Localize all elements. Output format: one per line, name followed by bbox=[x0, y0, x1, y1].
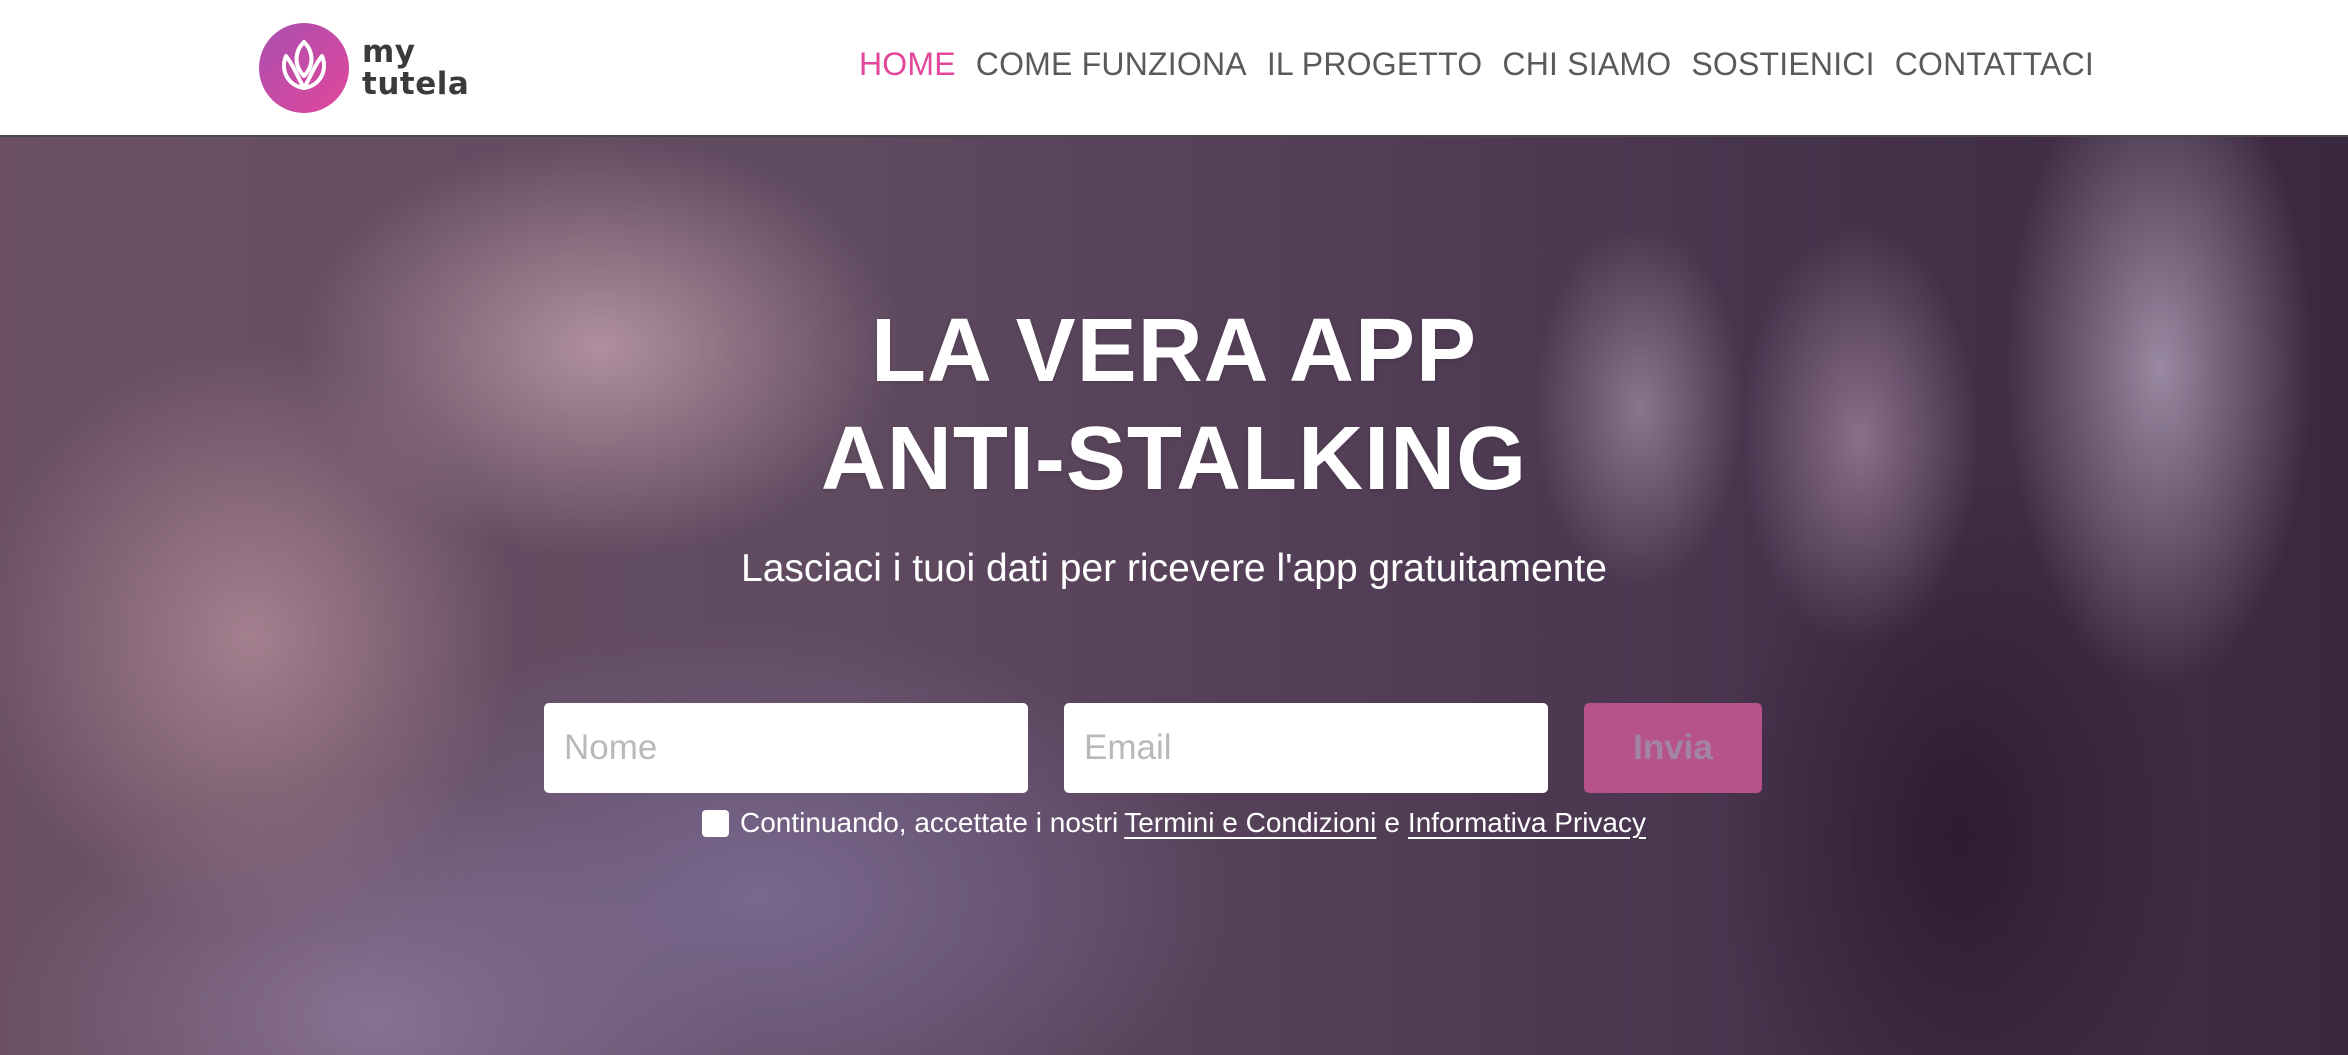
logo-link[interactable]: my tutela bbox=[258, 22, 478, 114]
consent-text: Continuando, accettate i nostri bbox=[740, 807, 1119, 838]
consent-checkbox[interactable] bbox=[702, 809, 729, 837]
email-input[interactable] bbox=[1064, 703, 1548, 793]
privacy-link[interactable]: Informativa Privacy bbox=[1408, 807, 1646, 839]
main-nav: HOME COME FUNZIONA IL PROGETTO CHI SIAMO… bbox=[859, 46, 2094, 83]
logo-wordmark: my tutela bbox=[362, 36, 469, 100]
nav-item-chi-siamo[interactable]: CHI SIAMO bbox=[1502, 46, 1671, 83]
nav-item-home[interactable]: HOME bbox=[859, 46, 956, 83]
nav-item-sostienici[interactable]: SOSTIENICI bbox=[1691, 46, 1874, 83]
nav-item-il-progetto[interactable]: IL PROGETTO bbox=[1267, 46, 1483, 83]
hero-section: LA VERA APP ANTI-STALKING Lasciaci i tuo… bbox=[0, 137, 2348, 1055]
consent-conjunction: e bbox=[1384, 807, 1400, 838]
hero-title-line1: LA VERA APP bbox=[870, 301, 1478, 401]
name-input[interactable] bbox=[544, 703, 1028, 793]
lotus-logo-icon bbox=[259, 23, 349, 113]
consent-row: Continuando, accettate i nostri Termini … bbox=[0, 807, 2348, 839]
hero-subtitle: Lasciaci i tuoi dati per ricevere l'app … bbox=[741, 547, 1607, 590]
site-header: my tutela HOME COME FUNZIONA IL PROGETTO… bbox=[0, 0, 2348, 137]
terms-link[interactable]: Termini e Condizioni bbox=[1124, 807, 1376, 839]
nav-item-come-funziona[interactable]: COME FUNZIONA bbox=[976, 46, 1247, 83]
hero-title: LA VERA APP ANTI-STALKING bbox=[0, 297, 2348, 513]
hero-title-line2: ANTI-STALKING bbox=[820, 409, 1528, 509]
nav-item-contattaci[interactable]: CONTATTACI bbox=[1895, 46, 2094, 83]
hero-background-image bbox=[0, 137, 2348, 1055]
submit-button[interactable]: Invia bbox=[1584, 703, 1762, 793]
logo-text-line1: my bbox=[362, 34, 416, 70]
logo-text-line2: tutela bbox=[362, 66, 470, 102]
